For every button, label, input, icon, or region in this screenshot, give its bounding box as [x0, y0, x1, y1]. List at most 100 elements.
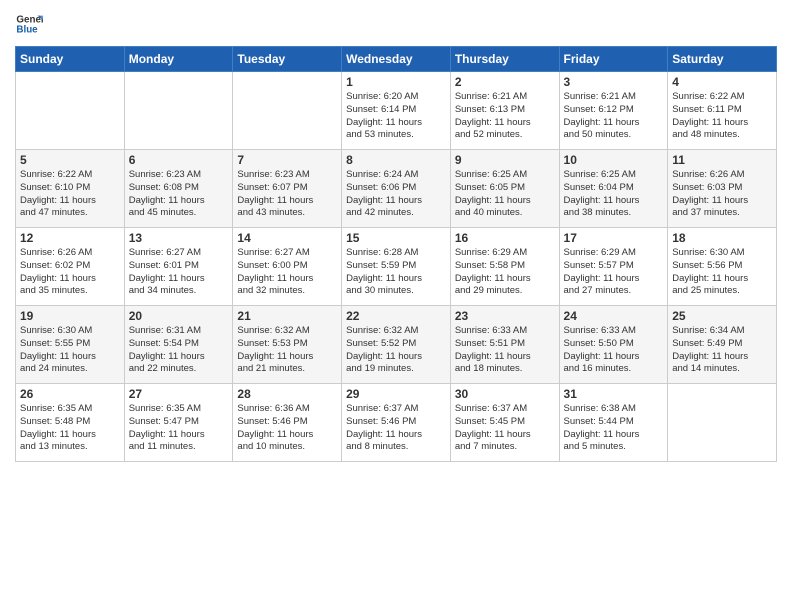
calendar-cell	[668, 384, 777, 462]
calendar-cell: 15Sunrise: 6:28 AM Sunset: 5:59 PM Dayli…	[342, 228, 451, 306]
calendar-cell: 13 Sunrise: 6:27 AM Sunset: 6:01 PM Dayli…	[124, 228, 233, 306]
day-info: Sunrise: 6:21 AM Sunset: 6:12 PM Dayligh…	[564, 91, 664, 142]
day-number: 9	[455, 153, 555, 167]
logo-icon: General Blue	[15, 10, 43, 38]
day-info: Sunrise: 6:26 AM Sunset: 6:02 PM Dayligh…	[20, 247, 120, 298]
day-info: Sunrise: 6:35 AM Sunset: 5:48 PM Dayligh…	[20, 403, 120, 454]
day-info: Sunrise: 6:27 AM Sunset: 6:01 PM Dayligh…	[129, 247, 229, 298]
day-number: 1	[346, 75, 446, 89]
calendar-cell: 10 Sunrise: 6:25 AM Sunset: 6:04 PM Dayli…	[559, 150, 668, 228]
calendar-cell: 12Sunrise: 6:26 AM Sunset: 6:02 PM Dayli…	[16, 228, 125, 306]
calendar-cell	[124, 72, 233, 150]
week-row-4: 19Sunrise: 6:30 AM Sunset: 5:55 PM Dayli…	[16, 306, 777, 384]
day-number: 14	[237, 231, 337, 245]
calendar-cell: 11 Sunrise: 6:26 AM Sunset: 6:03 PM Dayli…	[668, 150, 777, 228]
day-info: Sunrise: 6:23 AM Sunset: 6:08 PM Dayligh…	[129, 169, 229, 220]
day-number: 31	[564, 387, 664, 401]
day-info: Sunrise: 6:37 AM Sunset: 5:46 PM Dayligh…	[346, 403, 446, 454]
calendar-cell: 6 Sunrise: 6:23 AM Sunset: 6:08 PM Daylig…	[124, 150, 233, 228]
calendar-cell: 24 Sunrise: 6:33 AM Sunset: 5:50 PM Dayli…	[559, 306, 668, 384]
svg-text:Blue: Blue	[16, 24, 38, 35]
weekday-header-tuesday: Tuesday	[233, 47, 342, 72]
weekday-header-row: SundayMondayTuesdayWednesdayThursdayFrid…	[16, 47, 777, 72]
day-number: 4	[672, 75, 772, 89]
calendar-cell: 30Sunrise: 6:37 AM Sunset: 5:45 PM Dayli…	[450, 384, 559, 462]
day-info: Sunrise: 6:25 AM Sunset: 6:04 PM Dayligh…	[564, 169, 664, 220]
weekday-header-saturday: Saturday	[668, 47, 777, 72]
calendar-cell: 21 Sunrise: 6:32 AM Sunset: 5:53 PM Dayli…	[233, 306, 342, 384]
calendar-cell: 7Sunrise: 6:23 AM Sunset: 6:07 PM Daylig…	[233, 150, 342, 228]
day-info: Sunrise: 6:34 AM Sunset: 5:49 PM Dayligh…	[672, 325, 772, 376]
day-info: Sunrise: 6:29 AM Sunset: 5:57 PM Dayligh…	[564, 247, 664, 298]
calendar-cell: 26Sunrise: 6:35 AM Sunset: 5:48 PM Dayli…	[16, 384, 125, 462]
calendar-cell: 5 Sunrise: 6:22 AM Sunset: 6:10 PM Daylig…	[16, 150, 125, 228]
calendar-cell: 23 Sunrise: 6:33 AM Sunset: 5:51 PM Dayli…	[450, 306, 559, 384]
calendar-cell: 14 Sunrise: 6:27 AM Sunset: 6:00 PM Dayli…	[233, 228, 342, 306]
weekday-header-sunday: Sunday	[16, 47, 125, 72]
week-row-3: 12Sunrise: 6:26 AM Sunset: 6:02 PM Dayli…	[16, 228, 777, 306]
day-number: 10	[564, 153, 664, 167]
weekday-header-thursday: Thursday	[450, 47, 559, 72]
week-row-5: 26Sunrise: 6:35 AM Sunset: 5:48 PM Dayli…	[16, 384, 777, 462]
weekday-header-friday: Friday	[559, 47, 668, 72]
header: General Blue	[15, 10, 777, 38]
day-number: 13	[129, 231, 229, 245]
weekday-header-wednesday: Wednesday	[342, 47, 451, 72]
day-info: Sunrise: 6:33 AM Sunset: 5:51 PM Dayligh…	[455, 325, 555, 376]
day-info: Sunrise: 6:36 AM Sunset: 5:46 PM Dayligh…	[237, 403, 337, 454]
day-number: 2	[455, 75, 555, 89]
day-info: Sunrise: 6:30 AM Sunset: 5:55 PM Dayligh…	[20, 325, 120, 376]
day-info: Sunrise: 6:26 AM Sunset: 6:03 PM Dayligh…	[672, 169, 772, 220]
day-number: 5	[20, 153, 120, 167]
day-number: 21	[237, 309, 337, 323]
calendar-cell: 2 Sunrise: 6:21 AM Sunset: 6:13 PM Daylig…	[450, 72, 559, 150]
day-info: Sunrise: 6:33 AM Sunset: 5:50 PM Dayligh…	[564, 325, 664, 376]
day-number: 8	[346, 153, 446, 167]
day-info: Sunrise: 6:25 AM Sunset: 6:05 PM Dayligh…	[455, 169, 555, 220]
day-info: Sunrise: 6:37 AM Sunset: 5:45 PM Dayligh…	[455, 403, 555, 454]
day-number: 11	[672, 153, 772, 167]
day-number: 15	[346, 231, 446, 245]
day-info: Sunrise: 6:20 AM Sunset: 6:14 PM Dayligh…	[346, 91, 446, 142]
day-info: Sunrise: 6:24 AM Sunset: 6:06 PM Dayligh…	[346, 169, 446, 220]
day-info: Sunrise: 6:21 AM Sunset: 6:13 PM Dayligh…	[455, 91, 555, 142]
day-number: 28	[237, 387, 337, 401]
day-number: 18	[672, 231, 772, 245]
logo: General Blue	[15, 10, 47, 38]
day-info: Sunrise: 6:22 AM Sunset: 6:10 PM Dayligh…	[20, 169, 120, 220]
week-row-1: 1 Sunrise: 6:20 AM Sunset: 6:14 PM Daylig…	[16, 72, 777, 150]
calendar-cell: 20Sunrise: 6:31 AM Sunset: 5:54 PM Dayli…	[124, 306, 233, 384]
day-info: Sunrise: 6:22 AM Sunset: 6:11 PM Dayligh…	[672, 91, 772, 142]
weekday-header-monday: Monday	[124, 47, 233, 72]
day-number: 22	[346, 309, 446, 323]
calendar-cell: 27 Sunrise: 6:35 AM Sunset: 5:47 PM Dayli…	[124, 384, 233, 462]
calendar-cell: 8 Sunrise: 6:24 AM Sunset: 6:06 PM Daylig…	[342, 150, 451, 228]
day-number: 23	[455, 309, 555, 323]
day-number: 16	[455, 231, 555, 245]
calendar-cell: 31 Sunrise: 6:38 AM Sunset: 5:44 PM Dayli…	[559, 384, 668, 462]
calendar-cell	[16, 72, 125, 150]
week-row-2: 5 Sunrise: 6:22 AM Sunset: 6:10 PM Daylig…	[16, 150, 777, 228]
day-info: Sunrise: 6:27 AM Sunset: 6:00 PM Dayligh…	[237, 247, 337, 298]
day-info: Sunrise: 6:32 AM Sunset: 5:53 PM Dayligh…	[237, 325, 337, 376]
calendar-cell: 9 Sunrise: 6:25 AM Sunset: 6:05 PM Daylig…	[450, 150, 559, 228]
day-number: 6	[129, 153, 229, 167]
day-number: 27	[129, 387, 229, 401]
calendar-cell: 3 Sunrise: 6:21 AM Sunset: 6:12 PM Daylig…	[559, 72, 668, 150]
day-number: 24	[564, 309, 664, 323]
day-info: Sunrise: 6:30 AM Sunset: 5:56 PM Dayligh…	[672, 247, 772, 298]
calendar-cell: 17Sunrise: 6:29 AM Sunset: 5:57 PM Dayli…	[559, 228, 668, 306]
day-number: 25	[672, 309, 772, 323]
day-info: Sunrise: 6:38 AM Sunset: 5:44 PM Dayligh…	[564, 403, 664, 454]
calendar-cell: 16Sunrise: 6:29 AM Sunset: 5:58 PM Dayli…	[450, 228, 559, 306]
day-info: Sunrise: 6:35 AM Sunset: 5:47 PM Dayligh…	[129, 403, 229, 454]
calendar-cell: 28 Sunrise: 6:36 AM Sunset: 5:46 PM Dayli…	[233, 384, 342, 462]
calendar-cell: 22 Sunrise: 6:32 AM Sunset: 5:52 PM Dayli…	[342, 306, 451, 384]
calendar-cell: 19Sunrise: 6:30 AM Sunset: 5:55 PM Dayli…	[16, 306, 125, 384]
day-number: 3	[564, 75, 664, 89]
day-info: Sunrise: 6:23 AM Sunset: 6:07 PM Dayligh…	[237, 169, 337, 220]
calendar-cell: 4 Sunrise: 6:22 AM Sunset: 6:11 PM Daylig…	[668, 72, 777, 150]
day-number: 20	[129, 309, 229, 323]
day-info: Sunrise: 6:32 AM Sunset: 5:52 PM Dayligh…	[346, 325, 446, 376]
calendar-cell: 25 Sunrise: 6:34 AM Sunset: 5:49 PM Dayli…	[668, 306, 777, 384]
